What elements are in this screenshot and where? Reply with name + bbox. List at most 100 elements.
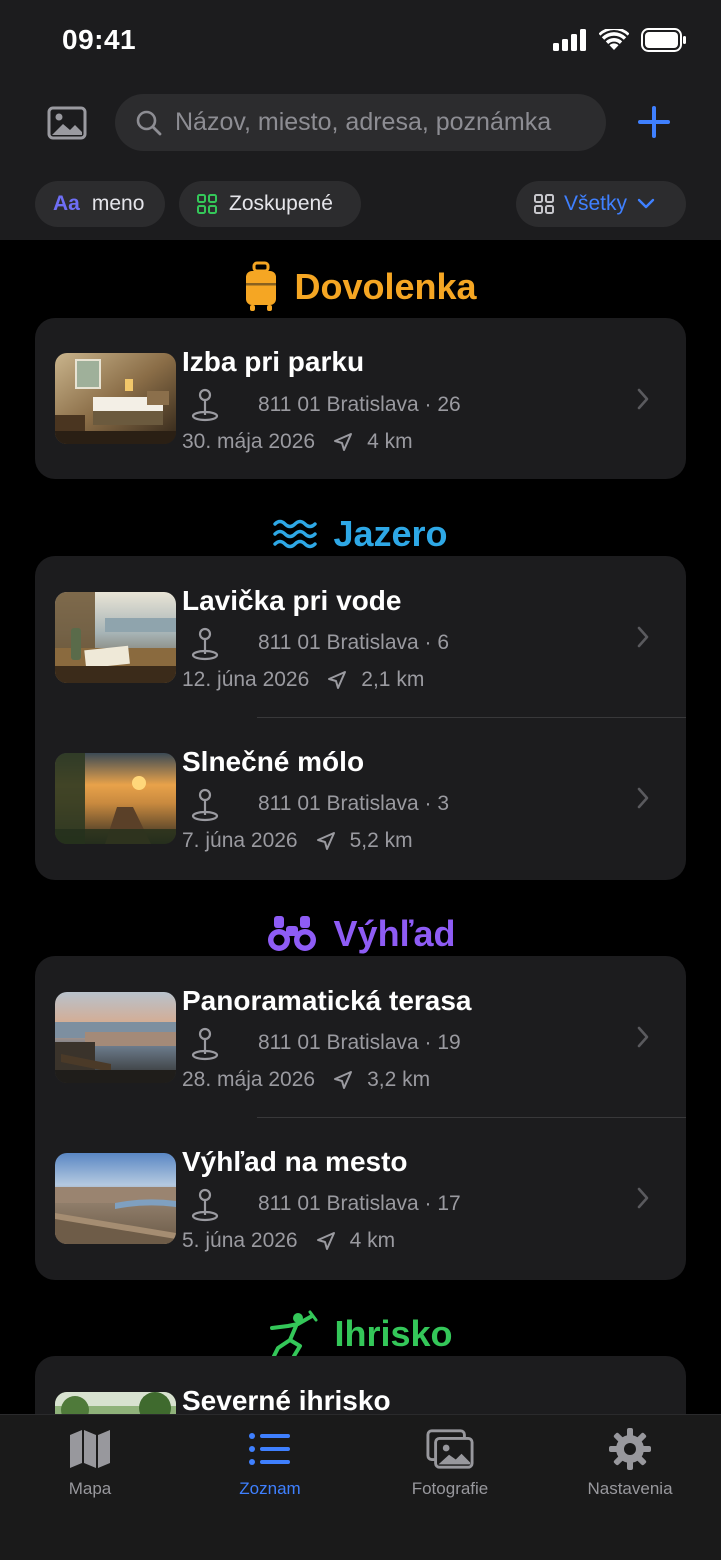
place-meta: 5. júna 2026 4 km bbox=[182, 1229, 395, 1253]
cellular-signal-icon bbox=[553, 29, 587, 51]
place-thumbnail bbox=[55, 753, 176, 844]
place-title: Slnečné mólo bbox=[182, 746, 365, 777]
place-date: 7. júna 2026 bbox=[182, 829, 298, 852]
binoculars-icon bbox=[266, 914, 318, 954]
grid-icon bbox=[534, 194, 554, 214]
photo-icon bbox=[47, 106, 87, 140]
water-waves-icon bbox=[273, 517, 318, 551]
tab-label: Zoznam bbox=[239, 1479, 301, 1498]
place-address: 811 01 Bratislava · 6 bbox=[258, 631, 450, 654]
map-pin-icon bbox=[190, 388, 220, 424]
playground-icon bbox=[268, 1310, 318, 1358]
place-address: 811 01 Bratislava · 17 bbox=[258, 1192, 461, 1215]
place-distance: 4 km bbox=[349, 1229, 396, 1252]
group-chip[interactable]: Zoskupené bbox=[179, 181, 361, 227]
status-time: 09:41 bbox=[62, 24, 137, 55]
chevron-right-icon bbox=[636, 625, 650, 649]
place-distance: 4 km bbox=[367, 430, 413, 453]
place-meta: 28. mája 2026 3,2 km bbox=[182, 1068, 430, 1092]
sort-label: meno bbox=[91, 192, 145, 215]
place-meta: 12. júna 2026 2,1 km bbox=[182, 668, 424, 692]
list-item[interactable]: Izba pri parku 811 01 Bratislava · 26 30… bbox=[35, 318, 686, 479]
place-address: 811 01 Bratislava · 26 bbox=[258, 393, 461, 416]
list-item[interactable]: Lavička pri vode 811 01 Bratislava · 6 1… bbox=[35, 556, 686, 717]
tab-label: Nastavenia bbox=[587, 1479, 673, 1498]
chevron-down-icon bbox=[637, 198, 655, 210]
group-label: Zoskupené bbox=[229, 192, 333, 215]
place-distance: 3,2 km bbox=[367, 1068, 431, 1091]
search-field[interactable] bbox=[115, 94, 606, 151]
header: 09:41 Aa meno Zoskupené bbox=[0, 0, 721, 240]
list-item[interactable]: Slnečné mólo 811 01 Bratislava · 3 7. jú… bbox=[35, 717, 686, 878]
tab-settings[interactable]: Nastavenia bbox=[540, 1427, 720, 1499]
add-place-button[interactable] bbox=[634, 102, 674, 142]
location-arrow-icon bbox=[333, 432, 353, 452]
plus-icon bbox=[638, 106, 670, 138]
map-icon bbox=[66, 1427, 114, 1471]
place-thumbnail bbox=[55, 592, 176, 683]
place-date: 30. mája 2026 bbox=[182, 430, 316, 453]
section-title: Dovolenka bbox=[294, 266, 477, 307]
map-pin-icon bbox=[190, 627, 220, 663]
section-title: Jazero bbox=[333, 513, 448, 554]
section-header-dovolenka: Dovolenka bbox=[0, 257, 721, 317]
chevron-right-icon bbox=[636, 786, 650, 810]
tab-bar: Mapa Zoznam Fotografie Nastavenia bbox=[0, 1414, 721, 1560]
search-icon bbox=[136, 110, 162, 135]
list-item[interactable]: Panoramatická terasa 811 01 Bratislava ·… bbox=[35, 956, 686, 1117]
place-title: Severné ihrisko bbox=[182, 1385, 391, 1416]
map-pin-icon bbox=[190, 788, 220, 824]
photos-icon bbox=[426, 1427, 474, 1471]
tab-photos[interactable]: Fotografie bbox=[360, 1427, 540, 1499]
chevron-right-icon bbox=[636, 387, 650, 411]
search-input[interactable] bbox=[175, 108, 595, 137]
section-card-dovolenka: Izba pri parku 811 01 Bratislava · 26 30… bbox=[35, 318, 686, 479]
section-card-vyhlad: Panoramatická terasa 811 01 Bratislava ·… bbox=[35, 956, 686, 1280]
location-arrow-icon bbox=[327, 670, 347, 690]
tab-label: Fotografie bbox=[411, 1479, 489, 1498]
section-header-jazero: Jazero bbox=[0, 504, 721, 564]
location-arrow-icon bbox=[333, 1070, 353, 1090]
place-date: 28. mája 2026 bbox=[182, 1068, 316, 1091]
section-title: Výhľad bbox=[333, 913, 456, 954]
location-arrow-icon bbox=[316, 1231, 336, 1251]
grid-icon bbox=[197, 194, 217, 214]
map-pin-icon bbox=[190, 1027, 220, 1063]
place-meta: 7. júna 2026 5,2 km bbox=[182, 829, 413, 853]
section-title: Ihrisko bbox=[334, 1313, 453, 1354]
photo-library-button[interactable] bbox=[44, 100, 90, 146]
sort-chip[interactable]: Aa meno bbox=[35, 181, 165, 227]
place-distance: 2,1 km bbox=[361, 668, 425, 691]
gear-icon bbox=[606, 1427, 654, 1471]
tab-label: Mapa bbox=[68, 1479, 112, 1498]
section-header-vyhlad: Výhľad bbox=[0, 904, 721, 964]
suitcase-icon bbox=[244, 261, 278, 313]
place-thumbnail bbox=[55, 1153, 176, 1244]
place-address: 811 01 Bratislava · 3 bbox=[258, 792, 450, 815]
chevron-right-icon bbox=[636, 1186, 650, 1210]
status-bar: 09:41 bbox=[0, 0, 721, 80]
place-meta: 30. mája 2026 4 km bbox=[182, 430, 413, 454]
place-title: Izba pri parku bbox=[182, 346, 365, 377]
chevron-right-icon bbox=[636, 1025, 650, 1049]
filter-dropdown[interactable]: Všetky bbox=[516, 181, 686, 227]
map-pin-icon bbox=[190, 1188, 220, 1224]
section-card-jazero: Lavička pri vode 811 01 Bratislava · 6 1… bbox=[35, 556, 686, 880]
location-arrow-icon bbox=[316, 831, 336, 851]
place-thumbnail bbox=[55, 353, 176, 444]
wifi-icon bbox=[599, 29, 629, 51]
place-address: 811 01 Bratislava · 19 bbox=[258, 1031, 461, 1054]
place-distance: 5,2 km bbox=[349, 829, 413, 852]
status-icons bbox=[553, 26, 687, 54]
sort-text-icon: Aa bbox=[53, 192, 80, 215]
section-header-ihrisko: Ihrisko bbox=[0, 1304, 721, 1364]
tab-map[interactable]: Mapa bbox=[0, 1427, 180, 1499]
place-title: Výhľad na mesto bbox=[182, 1146, 408, 1177]
place-title: Panoramatická terasa bbox=[182, 985, 472, 1016]
place-date: 12. júna 2026 bbox=[182, 668, 310, 691]
battery-icon bbox=[641, 28, 687, 52]
place-date: 5. júna 2026 bbox=[182, 1229, 298, 1252]
place-title: Lavička pri vode bbox=[182, 585, 402, 616]
tab-list[interactable]: Zoznam bbox=[180, 1427, 360, 1499]
list-item[interactable]: Výhľad na mesto 811 01 Bratislava · 17 5… bbox=[35, 1117, 686, 1278]
